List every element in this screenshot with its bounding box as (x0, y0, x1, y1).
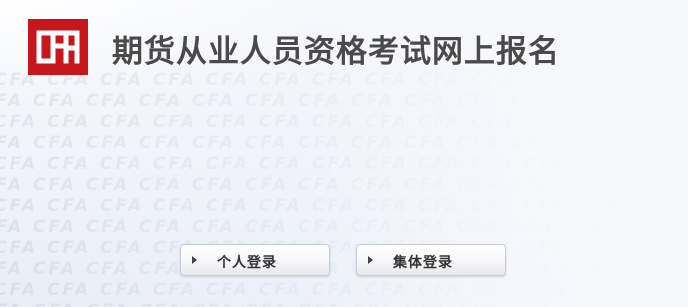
group-login-label: 集体登录 (393, 255, 453, 271)
page-title: 期货从业人员资格考试网上报名 (112, 34, 560, 70)
page-header: 期货从业人员资格考试网上报名 (0, 0, 688, 90)
watermark-row: CFA CFA CFA CFA CFA CFA CFA CFA CFA CFA … (0, 91, 688, 111)
watermark-row: CFA CFA CFA CFA CFA CFA CFA CFA CFA CFA … (0, 280, 688, 300)
watermark-row: CFA CFA CFA CFA CFA CFA CFA CFA CFA CFA … (0, 301, 688, 307)
triangle-right-icon (368, 256, 373, 264)
watermark-row: CFA CFA CFA CFA CFA CFA CFA CFA CFA CFA … (0, 259, 688, 279)
watermark-row: CFA CFA CFA CFA CFA CFA CFA CFA CFA CFA … (0, 154, 688, 174)
watermark-row: CFA CFA CFA CFA CFA CFA CFA CFA CFA CFA … (0, 217, 688, 237)
group-login-button[interactable]: 集体登录 (356, 244, 506, 276)
watermark-row: CFA CFA CFA CFA CFA CFA CFA CFA CFA CFA … (0, 112, 688, 132)
watermark-pattern: CFA CFA CFA CFA CFA CFA CFA CFA CFA CFA … (0, 70, 688, 307)
personal-login-button[interactable]: 个人登录 (180, 244, 330, 276)
watermark-row: CFA CFA CFA CFA CFA CFA CFA CFA CFA CFA … (0, 175, 688, 195)
watermark-row: CFA CFA CFA CFA CFA CFA CFA CFA CFA CFA … (0, 238, 688, 258)
cfa-logo-icon (28, 19, 88, 75)
personal-login-label: 个人登录 (217, 255, 277, 271)
watermark-row: CFA CFA CFA CFA CFA CFA CFA CFA CFA CFA … (0, 196, 688, 216)
triangle-right-icon (192, 256, 197, 264)
watermark-row: CFA CFA CFA CFA CFA CFA CFA CFA CFA CFA … (0, 133, 688, 153)
